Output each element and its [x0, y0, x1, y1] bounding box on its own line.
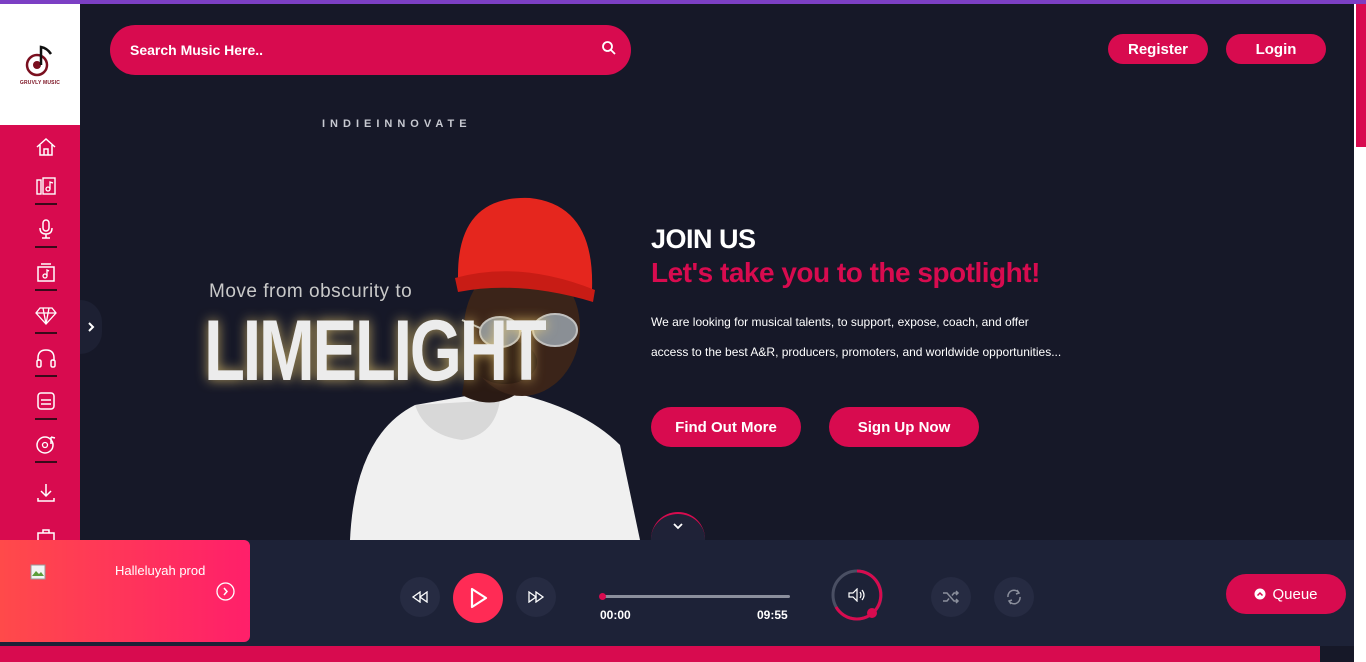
now-playing-card[interactable]: Halleluyah prod: [0, 540, 250, 642]
queue-expand-icon: [1254, 588, 1266, 600]
volume-knob[interactable]: [830, 568, 884, 622]
app-logo[interactable]: GRUVLY MUSIC: [0, 4, 80, 125]
sign-up-now-button[interactable]: Sign Up Now: [829, 407, 979, 447]
search-input[interactable]: [130, 42, 550, 58]
queue-label: Queue: [1272, 585, 1318, 603]
broken-image-icon: [30, 564, 46, 580]
hero-description-line2: access to the best A&R, producers, promo…: [651, 345, 1062, 359]
home-icon: [36, 137, 56, 156]
hero-heading: JOIN US: [651, 224, 756, 254]
hero-description-line1: We are looking for musical talents, to s…: [651, 315, 1029, 329]
album-icon: [37, 263, 55, 282]
track-title: Halleluyah prod: [115, 563, 206, 578]
rewind-icon: [411, 591, 428, 603]
sidebar-separator: [35, 375, 57, 377]
shuffle-icon: [943, 590, 960, 604]
fast-forward-button[interactable]: [516, 577, 556, 617]
headphones-icon: [36, 349, 56, 368]
progress-track[interactable]: [599, 593, 790, 600]
music-library-icon: [36, 177, 56, 195]
music-disc-icon: [36, 436, 56, 454]
play-icon: [470, 587, 488, 609]
sidebar-separator: [35, 461, 57, 463]
repeat-button[interactable]: [994, 577, 1034, 617]
music-note-logo-icon: [25, 45, 53, 76]
queue-button[interactable]: Queue: [1226, 574, 1346, 614]
search-icon[interactable]: [601, 40, 617, 61]
hero-art-tagline: Move from obscurity to: [209, 281, 413, 302]
sidebar-separator: [35, 203, 57, 205]
sidebar-separator: [35, 289, 57, 291]
page-scrollbar-thumb[interactable]: [1356, 4, 1366, 147]
repeat-icon: [1007, 589, 1021, 605]
hero-art-title: LIMELIGHT: [204, 303, 547, 399]
search-bar[interactable]: [110, 25, 631, 75]
progress-knob[interactable]: [599, 593, 606, 600]
find-out-more-button[interactable]: Find Out More: [651, 407, 801, 447]
bottom-accent-bar: [0, 646, 1320, 662]
microphone-icon: [39, 219, 53, 239]
chevron-right-icon: [88, 322, 95, 332]
play-button[interactable]: [453, 573, 503, 623]
rewind-button[interactable]: [400, 577, 440, 617]
sidebar-separator: [35, 418, 57, 420]
sidebar-separator: [35, 332, 57, 334]
current-time: 00:00: [600, 608, 631, 622]
brand-tag: INDIEINNOVATE: [322, 118, 472, 130]
diamond-icon: [35, 307, 57, 325]
login-button[interactable]: Login: [1226, 34, 1326, 64]
chevron-down-icon: [673, 523, 683, 530]
register-button[interactable]: Register: [1108, 34, 1208, 64]
logo-text: GRUVLY MUSIC: [19, 79, 61, 86]
sidebar-separator: [35, 246, 57, 248]
hero-subheading: Let's take you to the spotlight!: [651, 257, 1040, 288]
playlist-icon: [37, 392, 55, 410]
download-icon: [37, 484, 55, 502]
shuffle-button[interactable]: [931, 577, 971, 617]
fast-forward-icon: [528, 591, 545, 603]
track-duration: 09:55: [757, 608, 788, 622]
track-details-chevron-icon[interactable]: [216, 582, 235, 601]
volume-icon: [848, 588, 865, 602]
